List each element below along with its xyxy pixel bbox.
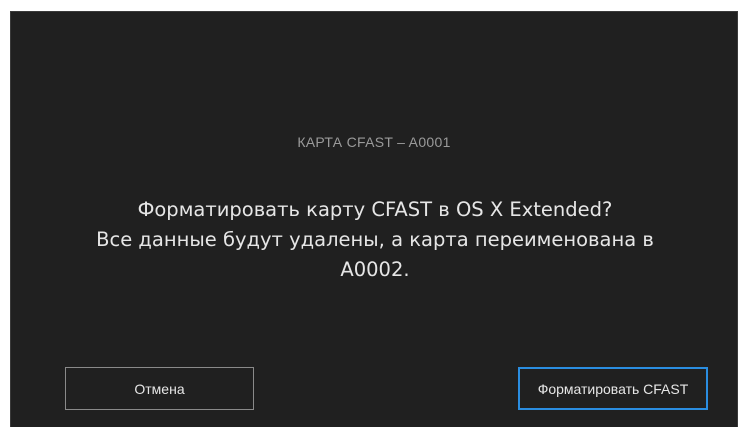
format-confirmation-message: Форматировать карту CFAST в OS X Extende… — [21, 195, 729, 285]
format-card-dialog: КАРТА CFAST – A0001 Форматировать карту … — [10, 11, 738, 427]
message-line-3: A0002. — [340, 258, 410, 281]
card-title: КАРТА CFAST – A0001 — [297, 134, 451, 150]
cancel-button[interactable]: Отмена — [65, 367, 254, 410]
message-line-2: Все данные будут удалены, а карта переим… — [96, 228, 654, 251]
message-line-1: Форматировать карту CFAST в OS X Extende… — [137, 198, 613, 221]
format-cfast-button[interactable]: Форматировать CFAST — [518, 367, 708, 410]
